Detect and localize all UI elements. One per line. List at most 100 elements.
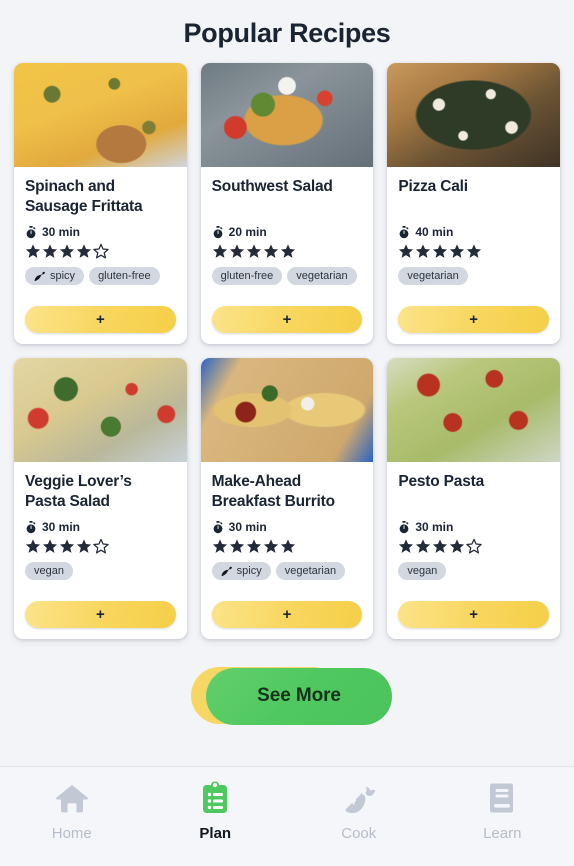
recipe-tag[interactable]: vegan <box>398 562 447 580</box>
recipe-card-body: Make-Ahead Breakfast Burrito 30 min spicy v… <box>201 462 374 639</box>
bottom-navigation: Home Plan Cook Learn <box>0 766 574 866</box>
recipe-card[interactable]: Pesto Pasta 30 min vegan + <box>387 358 560 639</box>
star-filled-icon <box>263 244 278 258</box>
recipe-tag-label: vegan <box>34 565 64 577</box>
recipe-rating <box>398 538 549 554</box>
recipe-title: Pizza Cali <box>398 178 468 195</box>
recipe-rating <box>398 243 549 259</box>
recipe-tag[interactable]: vegetarian <box>398 267 468 285</box>
add-recipe-button[interactable]: + <box>398 306 549 333</box>
recipe-title: Southwest Salad <box>211 178 333 195</box>
recipe-tag[interactable]: gluten-free <box>89 267 160 285</box>
recipe-time: 30 min <box>25 520 176 534</box>
star-filled-icon <box>229 539 244 553</box>
add-recipe-button[interactable]: + <box>211 601 363 628</box>
recipe-rating <box>25 538 176 554</box>
recipe-time: 30 min <box>212 520 363 534</box>
star-filled-icon <box>433 244 448 258</box>
recipe-photo <box>387 63 560 167</box>
stopwatch-icon <box>213 520 223 533</box>
add-recipe-button[interactable]: + <box>25 306 176 333</box>
recipe-time-label: 30 min <box>42 225 81 239</box>
recipe-tag-label: vegetarian <box>407 270 459 282</box>
recipe-time: 30 min <box>25 225 176 239</box>
recipe-time-label: 20 min <box>228 225 267 239</box>
recipe-rating <box>212 538 363 554</box>
add-recipe-button[interactable]: + <box>398 601 549 628</box>
house-icon <box>55 785 88 813</box>
recipe-card[interactable]: Veggie Lover’s Pasta Salad 30 min vegan + <box>14 358 187 639</box>
see-more-button[interactable]: See More <box>206 667 392 725</box>
recipe-photo <box>200 63 374 167</box>
recipe-card-body: Southwest Salad 20 min gluten-free vegetari… <box>201 167 374 344</box>
recipe-tag[interactable]: vegetarian <box>275 562 346 580</box>
star-filled-icon <box>25 539 41 553</box>
recipe-tag[interactable]: gluten-free <box>211 267 283 285</box>
nav-item-home[interactable]: Home <box>0 781 144 842</box>
star-filled-icon <box>399 244 414 258</box>
page-title: Popular Recipes <box>183 18 391 48</box>
recipe-tag[interactable]: spicy <box>211 562 271 580</box>
nav-item-learn[interactable]: Learn <box>431 781 574 842</box>
add-recipe-button[interactable]: + <box>211 306 363 333</box>
recipe-title: Spinach and Sausage Frittata <box>25 178 143 215</box>
recipe-card[interactable]: Pizza Cali 40 min vegetarian + <box>387 63 560 344</box>
star-filled-icon <box>280 539 295 553</box>
star-filled-icon <box>229 244 244 258</box>
chili-pepper-icon <box>34 271 45 281</box>
star-filled-icon <box>467 244 482 258</box>
recipe-photo <box>200 358 374 462</box>
see-more-container: See More <box>0 661 574 731</box>
star-filled-icon <box>59 539 75 553</box>
recipe-card-body: Spinach and Sausage Frittata 30 min spicy g… <box>14 167 187 344</box>
recipe-card[interactable]: Spinach and Sausage Frittata 30 min spicy g… <box>14 63 187 344</box>
nav-item-cook[interactable]: Cook <box>287 781 431 842</box>
recipe-tag-label: vegan <box>407 565 438 577</box>
recipe-time-label: 30 min <box>228 520 267 534</box>
recipe-tag-label: spicy <box>50 270 76 282</box>
book-icon <box>490 783 514 813</box>
nav-item-plan[interactable]: Plan <box>144 781 288 842</box>
recipe-rating <box>212 243 363 259</box>
add-recipe-button[interactable]: + <box>25 601 176 628</box>
star-filled-icon <box>25 244 41 258</box>
clipboard-icon <box>200 781 230 815</box>
star-filled-icon <box>76 244 92 258</box>
recipe-time: 40 min <box>398 225 549 239</box>
recipe-tag-label: gluten-free <box>98 270 151 282</box>
recipe-tags: gluten-free vegetarian <box>211 267 363 285</box>
recipe-tags: vegetarian <box>398 267 549 285</box>
star-filled-icon <box>42 539 58 553</box>
star-filled-icon <box>263 539 278 553</box>
star-filled-icon <box>416 539 431 553</box>
recipe-grid: Spinach and Sausage Frittata 30 min spicy g… <box>0 63 574 639</box>
recipe-tags: vegan <box>25 562 176 580</box>
recipe-tag-label: vegetarian <box>284 565 337 577</box>
recipe-time: 20 min <box>212 225 363 239</box>
recipe-card[interactable]: Make-Ahead Breakfast Burrito 30 min spicy v… <box>200 358 374 639</box>
stopwatch-icon <box>399 520 409 533</box>
carrot-icon <box>342 781 376 815</box>
recipe-tag[interactable]: spicy <box>25 267 85 285</box>
carrot-icon <box>345 786 376 814</box>
recipe-time-label: 40 min <box>415 225 454 239</box>
recipe-tags: spicy vegetarian <box>211 562 363 580</box>
star-filled-icon <box>280 244 295 258</box>
star-filled-icon <box>450 244 465 258</box>
star-filled-icon <box>416 244 431 258</box>
star-empty-icon <box>93 243 109 259</box>
house-icon <box>55 781 89 815</box>
recipe-card-body: Veggie Lover’s Pasta Salad 30 min vegan + <box>14 462 187 639</box>
nav-item-label: Learn <box>483 825 522 842</box>
recipe-tag[interactable]: vegan <box>25 562 73 580</box>
book-icon <box>487 781 517 815</box>
star-filled-icon <box>212 539 227 553</box>
recipe-tag[interactable]: vegetarian <box>287 267 357 285</box>
star-filled-icon <box>246 539 261 553</box>
recipe-time-label: 30 min <box>415 520 454 534</box>
stopwatch-icon <box>213 225 223 238</box>
star-filled-icon <box>246 244 261 258</box>
recipe-card[interactable]: Southwest Salad 20 min gluten-free vegetari… <box>200 63 374 344</box>
recipe-tags: spicy gluten-free <box>25 267 176 285</box>
star-filled-icon <box>59 244 75 258</box>
